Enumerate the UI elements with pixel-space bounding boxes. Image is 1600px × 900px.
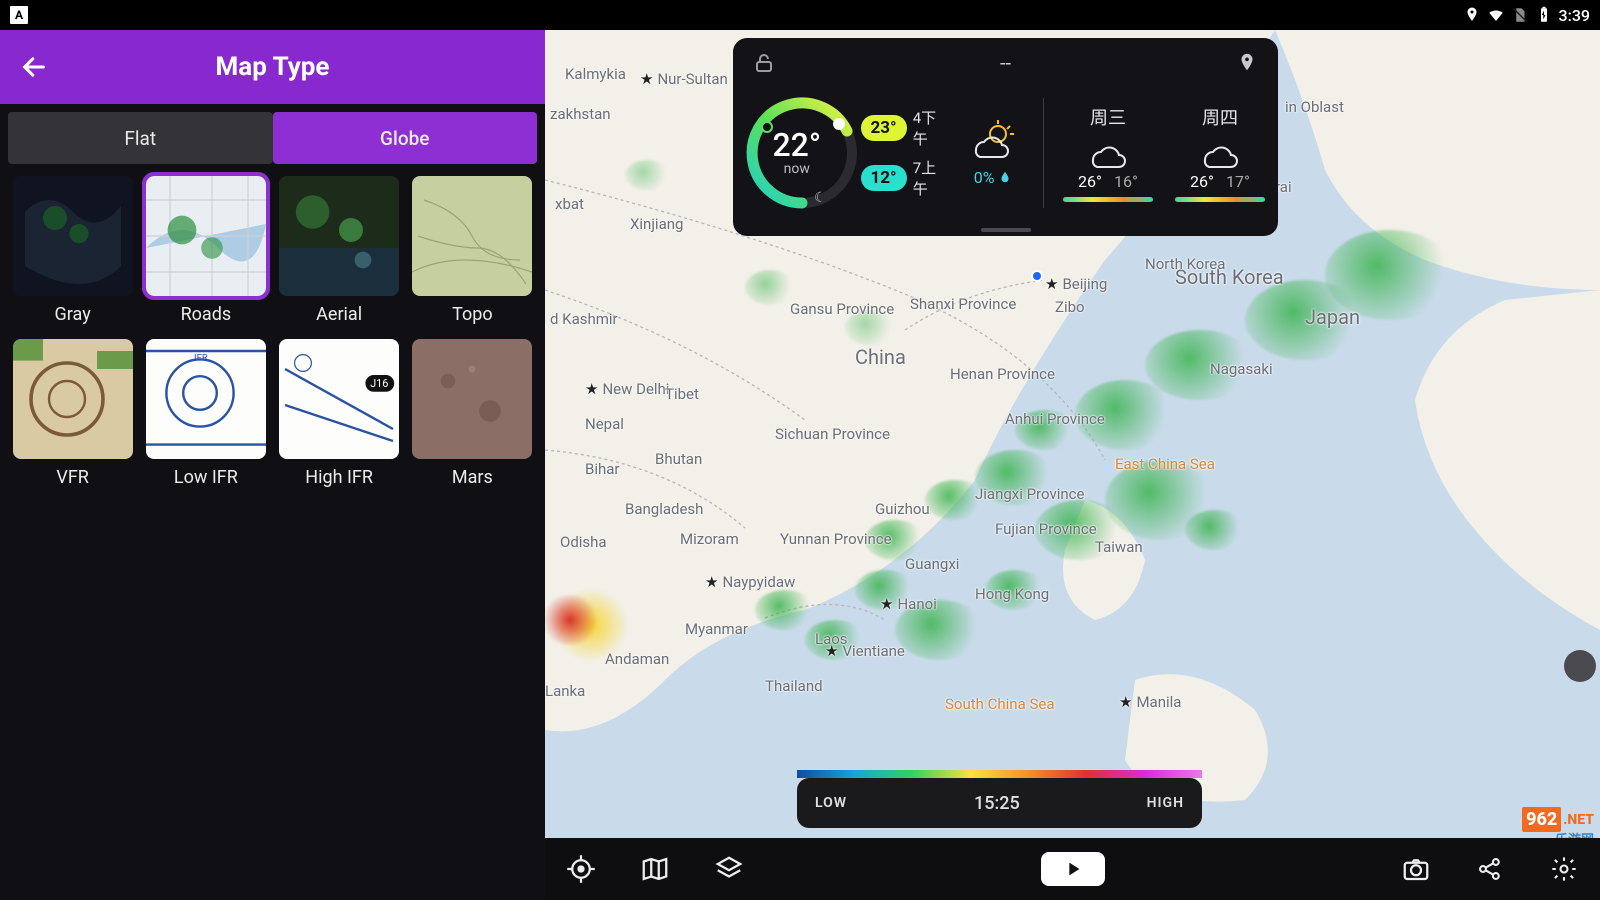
map-label: Nagasaki: [1210, 360, 1273, 378]
floating-button[interactable]: [1564, 650, 1596, 682]
map-type-roads[interactable]: Roads: [143, 176, 268, 325]
map-label: Henan Province: [950, 365, 1055, 383]
map-label: Hanoi: [880, 595, 937, 613]
clock-text: 3:39: [1559, 6, 1591, 25]
layers-button[interactable]: [711, 851, 747, 887]
map-type-aerial[interactable]: Aerial: [277, 176, 402, 325]
location-icon: [1463, 6, 1481, 24]
map-label: d Kashmir: [550, 310, 618, 328]
forecast-day-1[interactable]: 周三 26°16°: [1060, 104, 1156, 202]
map-label: Zibo: [1055, 298, 1085, 316]
map-label: South China Sea: [945, 695, 1054, 713]
sun-cloud-icon: [968, 120, 1018, 164]
map-label: in Oblast: [1285, 98, 1344, 116]
sidebar: Map Type Flat Globe Gray Roads: [0, 30, 545, 900]
map-type-topo[interactable]: Topo: [410, 176, 535, 325]
map-type-low-ifr[interactable]: IFR Low IFR: [143, 339, 268, 488]
locate-button[interactable]: [563, 851, 599, 887]
map-label: Anhui Province: [1005, 410, 1105, 428]
map-label: Naypyidaw: [705, 573, 795, 591]
map-label: Kalmykia: [565, 65, 626, 83]
map-label: Hong Kong: [975, 585, 1049, 603]
pin-icon[interactable]: [1234, 50, 1260, 76]
camera-button[interactable]: [1398, 851, 1434, 887]
current-location-dot: [1031, 270, 1043, 282]
location-text: --: [777, 51, 1234, 75]
forecast-day-2[interactable]: 周四 26°17°: [1172, 104, 1268, 202]
map-canvas[interactable]: Kalmykia zakhstan Nur-Sultan xbat Xinjiang d …: [545, 30, 1600, 900]
map-label: Vientiane: [825, 642, 905, 660]
svg-text:J16: J16: [370, 377, 388, 390]
map-label: New Delhi: [585, 380, 669, 398]
map-label: China: [855, 345, 906, 369]
map-label: Myanmar: [685, 620, 748, 638]
map-label: Yunnan Province: [780, 530, 892, 548]
map-label: Bangladesh: [625, 500, 703, 518]
map-type-gray[interactable]: Gray: [10, 176, 135, 325]
map-label: xbat: [555, 195, 584, 213]
sidebar-title: Map Type: [54, 52, 531, 82]
back-button[interactable]: [14, 47, 54, 87]
map-label: Mizoram: [680, 530, 739, 548]
map-label: Beijing: [1045, 275, 1107, 293]
app-indicator-icon: A: [10, 6, 28, 24]
share-button[interactable]: [1472, 851, 1508, 887]
play-button[interactable]: [1041, 852, 1105, 886]
settings-button[interactable]: [1546, 851, 1582, 887]
map-label: Sichuan Province: [775, 425, 890, 443]
map-label: Nepal: [585, 415, 624, 433]
droplet-icon: [998, 170, 1012, 184]
weather-widget: -- ☾: [733, 38, 1278, 236]
map-label: Taiwan: [1095, 538, 1143, 556]
map-label: Manila: [1119, 693, 1181, 711]
map-label: Guangxi: [905, 555, 959, 573]
no-sim-icon: [1511, 6, 1529, 24]
cloud-icon: [1197, 134, 1243, 168]
map-label: Gansu Province: [790, 300, 894, 318]
map-type-vfr[interactable]: VFR: [10, 339, 135, 488]
legend-gradient: [797, 770, 1202, 778]
map-label: Fujian Province: [995, 520, 1097, 538]
map-label: Lanka: [545, 682, 585, 700]
map-label: zakhstan: [550, 105, 611, 123]
map-label: Bhutan: [655, 450, 702, 468]
map-label: Nur-Sultan: [640, 70, 728, 88]
temp-gauge: ☾ 22° now: [743, 94, 851, 212]
svg-text:☾: ☾: [814, 190, 827, 206]
map-mode-button[interactable]: [637, 851, 673, 887]
map-label: Tibet: [665, 385, 699, 403]
map-label: Jiangxi Province: [975, 485, 1084, 503]
svg-text:IFR: IFR: [194, 353, 208, 364]
low-pill: 12°: [861, 165, 907, 191]
time-legend[interactable]: LOW 15:25 HIGH: [797, 778, 1202, 828]
map-label: Japan: [1305, 305, 1360, 329]
map-label: Bihar: [585, 460, 620, 478]
map-label: East China Sea: [1115, 455, 1215, 473]
tab-globe[interactable]: Globe: [273, 112, 538, 164]
high-pill: 23°: [861, 115, 907, 141]
map-label: Shanxi Province: [910, 295, 1016, 313]
map-label: Odisha: [560, 533, 607, 551]
wifi-icon: [1487, 6, 1505, 24]
map-label: Thailand: [765, 677, 823, 695]
tab-flat[interactable]: Flat: [8, 112, 273, 164]
map-label: Xinjiang: [630, 215, 683, 233]
map-label: North Korea: [1145, 255, 1225, 273]
lock-icon[interactable]: [751, 50, 777, 76]
cloud-icon: [1085, 134, 1131, 168]
map-type-high-ifr[interactable]: J16 High IFR: [277, 339, 402, 488]
map-label: Guizhou: [875, 500, 930, 518]
drag-handle[interactable]: [981, 228, 1031, 232]
map-type-mars[interactable]: Mars: [410, 339, 535, 488]
map-toolbar: [545, 838, 1600, 900]
map-label: Andaman: [605, 650, 669, 668]
battery-charge-icon: [1535, 6, 1553, 24]
